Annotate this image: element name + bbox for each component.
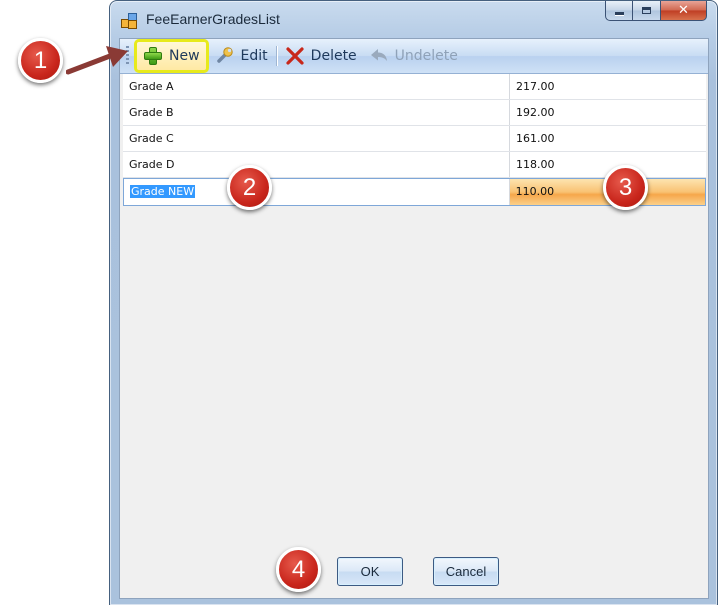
maximize-icon <box>642 7 651 14</box>
delete-button-label: Delete <box>310 48 357 64</box>
undelete-button[interactable]: Undelete <box>363 42 464 70</box>
grade-rate-cell[interactable]: 161.00 <box>510 126 706 151</box>
callout-1: 1 <box>18 38 63 83</box>
table-row[interactable]: Grade B 192.00 <box>123 100 706 126</box>
grade-name-cell[interactable]: Grade C <box>123 126 510 151</box>
app-icon <box>121 13 137 29</box>
plus-icon <box>143 46 163 66</box>
caption-buttons: ✕ <box>605 1 707 23</box>
minimize-button[interactable] <box>605 1 633 21</box>
minimize-icon <box>614 12 624 15</box>
new-button-label: New <box>169 48 200 64</box>
ok-button[interactable]: OK <box>337 557 403 586</box>
grade-name-input[interactable]: Grade NEW <box>124 179 510 205</box>
callout-2: 2 <box>227 165 272 210</box>
delete-button[interactable]: Delete <box>279 42 363 70</box>
dialog-client-area: New Edit Delete Undelete Grade A 217.00 … <box>119 38 709 599</box>
grade-name-cell[interactable]: Grade B <box>123 100 510 125</box>
delete-x-icon <box>286 47 304 65</box>
grade-name-selected-text: Grade NEW <box>130 185 196 198</box>
grade-name-cell[interactable]: Grade A <box>123 74 510 99</box>
undelete-button-label: Undelete <box>394 48 458 64</box>
edit-button-label: Edit <box>240 48 268 64</box>
undo-arrow-icon <box>370 49 387 61</box>
grade-name-cell[interactable]: Grade D <box>123 152 510 177</box>
cancel-button[interactable]: Cancel <box>433 557 499 586</box>
grade-rate-cell[interactable]: 217.00 <box>510 74 706 99</box>
callout-4: 4 <box>276 547 321 592</box>
close-icon: ✕ <box>678 3 689 18</box>
toolbar: New Edit Delete Undelete <box>120 39 708 74</box>
edit-button[interactable]: Edit <box>209 42 274 70</box>
callout-arrow-icon <box>66 46 128 75</box>
new-button[interactable]: New <box>134 39 209 73</box>
callout-3: 3 <box>603 165 648 210</box>
wrench-icon <box>216 47 233 63</box>
window-title: FeeEarnerGradesList <box>146 11 280 27</box>
toolbar-separator <box>275 46 277 66</box>
table-row[interactable]: Grade C 161.00 <box>123 126 706 152</box>
maximize-button[interactable] <box>633 1 661 21</box>
table-row[interactable]: Grade A 217.00 <box>123 74 706 100</box>
close-button[interactable]: ✕ <box>661 1 707 21</box>
title-bar[interactable]: FeeEarnerGradesList ✕ <box>110 1 717 39</box>
grade-rate-cell[interactable]: 192.00 <box>510 100 706 125</box>
